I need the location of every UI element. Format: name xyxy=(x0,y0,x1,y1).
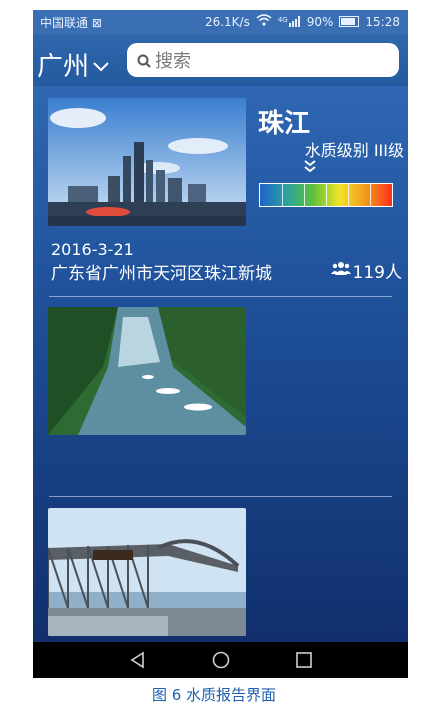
system-nav-bar xyxy=(33,642,408,678)
signal-icon: 4G xyxy=(278,16,301,27)
wifi-icon xyxy=(256,14,272,29)
chevron-down-icon xyxy=(93,56,109,77)
clock: 15:28 xyxy=(365,14,400,29)
battery-level: 90% xyxy=(306,14,334,29)
list-item[interactable] xyxy=(33,297,408,497)
participants-label: 119人 xyxy=(352,263,402,283)
battery-icon xyxy=(339,16,360,27)
bridge-image xyxy=(48,508,246,636)
recent-apps-icon[interactable] xyxy=(295,651,313,669)
people-icon xyxy=(330,260,351,281)
report-location: 广东省广州市天河区珠江新城 xyxy=(51,264,272,284)
status-bar: 中国联通 ⊠ 26.1K/s 4G 90% 15:28 xyxy=(33,10,408,34)
report-list: 珠江 水质级别 III级 2016-3-21 广东省广州市天河区珠江新城 119… xyxy=(33,86,408,642)
water-quality-color-scale xyxy=(259,183,393,207)
city-selector[interactable]: 广州 xyxy=(37,46,109,83)
list-item[interactable] xyxy=(33,497,408,642)
network-speed: 26.1K/s xyxy=(204,14,250,29)
list-item[interactable]: 珠江 水质级别 III级 2016-3-21 广东省广州市天河区珠江新城 119… xyxy=(33,86,408,296)
app-header: 广州 搜索 xyxy=(33,34,408,86)
phone-screen: 中国联通 ⊠ 26.1K/s 4G 90% 15:28 广州 搜索 珠江 水质级… xyxy=(33,10,408,678)
carrier-label: 中国联通 ⊠ xyxy=(40,16,102,30)
river-name: 珠江 xyxy=(258,109,311,139)
double-chevron-down-icon[interactable] xyxy=(303,159,317,175)
home-icon[interactable] xyxy=(212,651,230,669)
figure-caption: 图 6 水质报告界面 xyxy=(151,686,277,704)
report-date: 2016-3-21 xyxy=(51,240,134,259)
river-gorge-image xyxy=(48,307,246,435)
back-icon[interactable] xyxy=(129,651,147,669)
search-box[interactable]: 搜索 xyxy=(127,43,399,77)
status-indicators: 26.1K/s 4G 90% 15:28 xyxy=(205,14,400,29)
city-label: 广州 xyxy=(37,52,90,82)
search-input[interactable]: 搜索 xyxy=(155,47,191,73)
network-type: 4G xyxy=(277,16,288,24)
search-icon xyxy=(137,53,151,68)
water-quality-level: 水质级别 III级 xyxy=(304,141,404,160)
city-skyline-image xyxy=(48,98,246,226)
participants-count: 119人 xyxy=(330,258,402,283)
